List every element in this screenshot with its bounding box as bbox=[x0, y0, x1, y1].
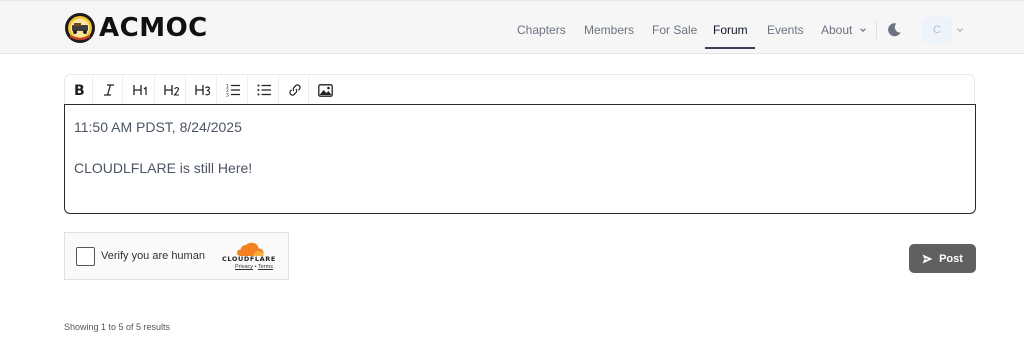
nav-item-about-label: About bbox=[821, 23, 853, 37]
site-logo[interactable]: ACMOC bbox=[64, 12, 208, 44]
pagination-summary: Showing 1 to 5 of 5 results bbox=[64, 322, 171, 332]
heading-1-button[interactable] bbox=[127, 75, 155, 105]
chevron-down-icon bbox=[859, 28, 866, 32]
svg-text:3: 3 bbox=[226, 93, 229, 98]
bold-button[interactable]: B bbox=[65, 75, 93, 105]
ordered-list-button[interactable]: 1 2 3 bbox=[220, 75, 248, 105]
send-icon bbox=[922, 254, 933, 263]
svg-text:B: B bbox=[74, 83, 85, 97]
post-editor[interactable]: 11:50 AM PDST, 8/24/2025 CLOUDLFLARE is … bbox=[64, 104, 976, 214]
verify-human-label: Verify you are human bbox=[101, 250, 205, 262]
top-navigation-bar: ACMOC Chapters Members For Sale Forum Ev… bbox=[0, 0, 1024, 54]
bullet-list-button[interactable] bbox=[251, 75, 279, 105]
cloudflare-turnstile-widget: Verify you are human CLOUDFLARE Privacy … bbox=[64, 232, 289, 280]
italic-button[interactable] bbox=[95, 75, 123, 105]
verify-human-checkbox[interactable] bbox=[76, 247, 95, 266]
post-button-label: Post bbox=[939, 252, 963, 265]
heading-1-icon bbox=[132, 85, 147, 95]
moon-icon[interactable] bbox=[886, 22, 902, 38]
nav-item-members[interactable]: Members bbox=[584, 1, 634, 55]
heading-2-button[interactable] bbox=[158, 75, 186, 105]
user-avatar[interactable]: C bbox=[922, 17, 952, 43]
links-separator: • bbox=[254, 264, 257, 270]
active-nav-indicator bbox=[705, 47, 755, 49]
heading-2-icon bbox=[163, 85, 179, 96]
editor-line-message: CLOUDLFLARE is still Here! bbox=[74, 160, 253, 176]
editor-line-timestamp: 11:50 AM PDST, 8/24/2025 bbox=[74, 119, 242, 135]
account-chevron-down-icon[interactable] bbox=[956, 26, 964, 34]
club-emblem-icon bbox=[65, 13, 95, 43]
heading-3-button[interactable] bbox=[189, 75, 217, 105]
privacy-link[interactable]: Privacy bbox=[235, 264, 253, 270]
post-button[interactable]: Post bbox=[909, 244, 976, 273]
nav-item-for-sale[interactable]: For Sale bbox=[652, 1, 697, 55]
link-button[interactable] bbox=[281, 75, 309, 105]
bold-icon: B bbox=[74, 83, 85, 97]
cloudflare-wordmark: CLOUDFLARE bbox=[222, 255, 276, 263]
link-icon bbox=[288, 84, 301, 96]
terms-link[interactable]: Terms bbox=[258, 264, 273, 270]
ordered-list-icon: 1 2 3 bbox=[226, 84, 240, 98]
nav-item-events[interactable]: Events bbox=[767, 1, 804, 55]
heading-3-icon bbox=[194, 85, 210, 96]
image-button[interactable] bbox=[311, 75, 339, 105]
italic-icon bbox=[103, 84, 114, 96]
bullet-list-icon bbox=[257, 84, 271, 96]
nav-item-about[interactable]: About bbox=[821, 1, 867, 55]
logo-text: ACMOC bbox=[99, 13, 208, 43]
turnstile-links: Privacy • Terms bbox=[235, 264, 273, 270]
nav-divider bbox=[876, 21, 877, 39]
nav-item-chapters[interactable]: Chapters bbox=[517, 1, 566, 55]
editor-toolbar: B 1 2 3 bbox=[64, 74, 975, 105]
image-icon bbox=[317, 83, 333, 97]
